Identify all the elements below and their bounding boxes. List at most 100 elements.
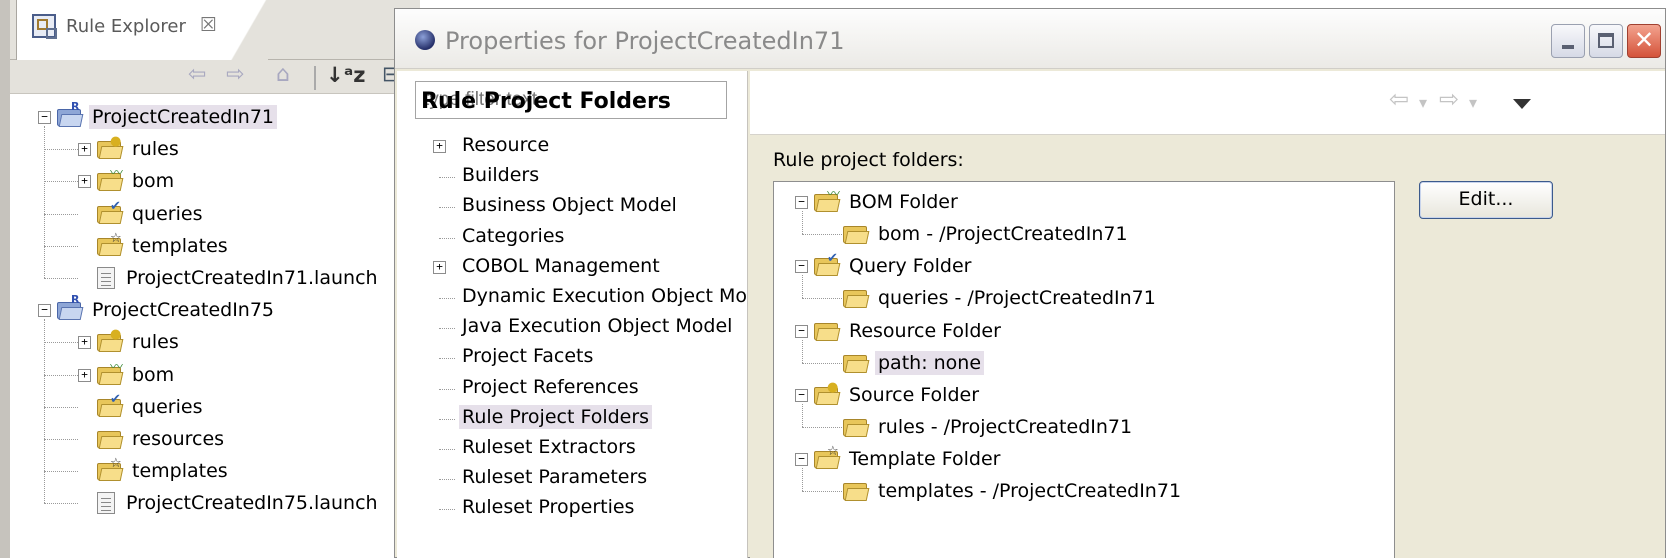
folder-path-node[interactable]: path: none [843, 348, 985, 378]
tree-item-label: ProjectCreatedIn71.launch [126, 267, 378, 289]
tree-connector [44, 214, 78, 215]
folder-node[interactable]: − Resource Folder [795, 316, 1004, 346]
nav-item-resource[interactable]: Resource [459, 133, 552, 157]
tree-connector [44, 126, 45, 278]
nav-item-builders[interactable]: Builders [459, 163, 542, 187]
collapse-toggle[interactable]: − [795, 259, 808, 273]
folder-label: BOM Folder [849, 191, 958, 213]
nav-item-project-references[interactable]: Project References [459, 375, 642, 399]
expand-toggle[interactable]: + [433, 261, 446, 274]
tree-connector [439, 207, 455, 208]
minimize-button[interactable] [1551, 24, 1585, 58]
collapse-toggle[interactable]: − [795, 452, 808, 466]
nav-item-ruleset-parameters[interactable]: Ruleset Parameters [459, 465, 650, 489]
expand-toggle[interactable]: + [433, 140, 446, 153]
templates-folder-icon: ☆ [97, 457, 124, 482]
tree-item-label: queries [132, 203, 203, 225]
bom-folder-icon: 〰 [814, 188, 841, 213]
bom-node[interactable]: + 〰 bom [78, 360, 177, 390]
folders-label: Rule project folders: [773, 149, 964, 171]
project-node[interactable]: − R ProjectCreatedIn71 [38, 100, 278, 132]
tree-connector [439, 358, 455, 359]
rules-folder-icon: ● [97, 135, 124, 160]
templates-node[interactable]: ☆ templates [78, 456, 231, 486]
tree-item-label: resources [132, 428, 225, 450]
folder-path-label: templates - /ProjectCreatedIn71 [878, 480, 1182, 502]
expand-toggle[interactable]: + [78, 368, 91, 382]
bom-node[interactable]: + 〰 bom [78, 166, 177, 196]
resources-folder-icon [97, 428, 124, 450]
queries-folder-icon: ✔ [814, 252, 841, 277]
folder-icon [843, 416, 870, 438]
nav-item-ruleset-properties[interactable]: Ruleset Properties [459, 495, 637, 519]
back-arrow-icon[interactable]: ⇦ [1389, 85, 1409, 113]
tree-connector [802, 363, 842, 364]
folder-path-node[interactable]: queries - /ProjectCreatedIn71 [843, 283, 1159, 313]
folder-path-label: path: none [875, 351, 985, 375]
maximize-button[interactable] [1589, 24, 1623, 58]
launch-file-node[interactable]: ProjectCreatedIn75.launch [78, 488, 381, 518]
folder-path-node[interactable]: rules - /ProjectCreatedIn71 [843, 412, 1135, 442]
minimize-icon [1562, 45, 1574, 49]
folder-node[interactable]: − ● Source Folder [795, 380, 982, 410]
back-dropdown-icon[interactable]: ▾ [1419, 93, 1427, 112]
forward-arrow-icon[interactable]: ⇨ [1439, 85, 1459, 113]
tree-connector [44, 439, 78, 440]
home-icon[interactable]: ⌂ [276, 62, 290, 87]
rules-node[interactable]: + ● rules [78, 327, 182, 357]
collapse-toggle[interactable]: − [795, 195, 808, 209]
forward-dropdown-icon[interactable]: ▾ [1469, 93, 1477, 112]
templates-node[interactable]: ☆ templates [78, 231, 231, 261]
tree-connector [439, 449, 455, 450]
resources-folder-icon [814, 320, 841, 342]
queries-node[interactable]: ✔ queries [78, 392, 205, 422]
tree-item-label: ProjectCreatedIn75 [92, 299, 275, 321]
project-icon: R [57, 100, 84, 128]
tree-connector [439, 298, 455, 299]
view-menu-icon[interactable] [1513, 99, 1531, 109]
expand-toggle[interactable]: − [38, 110, 51, 124]
folder-node[interactable]: − 〰 BOM Folder [795, 187, 961, 217]
nav-item-project-facets[interactable]: Project Facets [459, 344, 596, 368]
sort-alphabetically-icon[interactable]: ↓ᵃz [326, 63, 365, 87]
edit-button[interactable]: Edit... [1419, 181, 1553, 219]
nav-item-business-object-model[interactable]: Business Object Model [459, 193, 680, 217]
folder-label: Query Folder [849, 255, 972, 277]
back-icon[interactable]: ⇦ [188, 62, 206, 87]
close-icon[interactable]: ☒ [200, 14, 217, 36]
templates-folder-icon: ☆ [97, 232, 124, 257]
nav-item-dynamic-execution-object-mo[interactable]: Dynamic Execution Object Mo [459, 284, 750, 308]
tree-connector [44, 319, 45, 503]
collapse-toggle[interactable]: − [795, 388, 808, 402]
expand-toggle[interactable]: + [78, 142, 91, 156]
nav-item-ruleset-extractors[interactable]: Ruleset Extractors [459, 435, 639, 459]
tree-connector [44, 246, 78, 247]
expand-toggle[interactable]: + [78, 335, 91, 349]
tree-connector [44, 407, 78, 408]
rules-node[interactable]: + ● rules [78, 134, 182, 164]
folder-path-node[interactable]: templates - /ProjectCreatedIn71 [843, 476, 1184, 506]
rule-explorer-icon [32, 14, 57, 39]
folder-icon [843, 287, 870, 309]
nav-item-java-execution-object-model[interactable]: Java Execution Object Model [459, 314, 735, 338]
nav-item-categories[interactable]: Categories [459, 224, 567, 248]
resources-node[interactable]: resources [78, 424, 227, 454]
tree-connector [802, 468, 803, 491]
close-button[interactable]: ✕ [1627, 24, 1661, 58]
bom-folder-icon: 〰 [97, 361, 124, 386]
nav-item-cobol-management[interactable]: COBOL Management [459, 254, 663, 278]
collapse-toggle[interactable]: − [795, 324, 808, 338]
bom-folder-icon: 〰 [97, 167, 124, 192]
queries-node[interactable]: ✔ queries [78, 199, 205, 229]
folder-node[interactable]: − ☆ Template Folder [795, 444, 1003, 474]
nav-item-rule-project-folders[interactable]: Rule Project Folders [459, 405, 653, 429]
rules-folder-icon: ● [97, 328, 124, 353]
expand-toggle[interactable]: + [78, 174, 91, 188]
launch-file-node[interactable]: ProjectCreatedIn71.launch [78, 263, 381, 293]
forward-icon[interactable]: ⇨ [226, 62, 244, 87]
folder-node[interactable]: − ✔ Query Folder [795, 251, 975, 281]
project-node[interactable]: − R ProjectCreatedIn75 [38, 293, 277, 325]
expand-toggle[interactable]: − [38, 303, 51, 317]
folder-path-node[interactable]: bom - /ProjectCreatedIn71 [843, 219, 1131, 249]
folder-icon [843, 352, 870, 374]
